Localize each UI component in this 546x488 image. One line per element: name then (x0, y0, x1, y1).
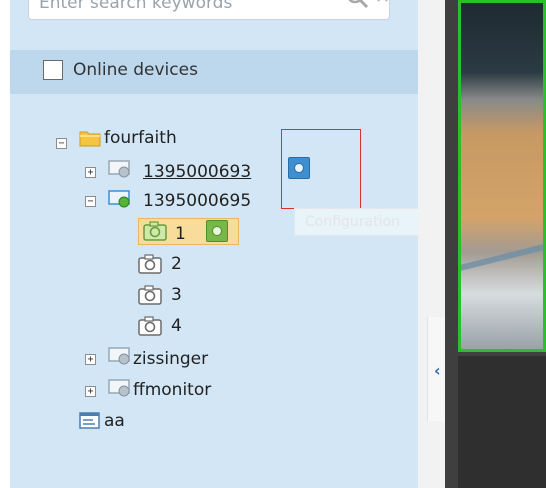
search-icon[interactable] (345, 0, 371, 11)
tooltip-text: Configuration (305, 214, 400, 230)
channel-3[interactable]: 3 (171, 285, 182, 305)
device-icon (108, 160, 130, 178)
tree-node-aa[interactable]: aa (104, 411, 125, 431)
expand-toggle-zissinger[interactable]: + (85, 354, 96, 365)
device-icon (108, 190, 130, 208)
channel-2[interactable]: 2 (171, 254, 182, 274)
camera-icon (138, 254, 162, 274)
expand-toggle-1395000693[interactable]: + (85, 167, 96, 178)
device-sidebar: Enter search keywords ✕ Online devices −… (0, 0, 445, 488)
clear-icon[interactable]: ✕ (375, 0, 390, 8)
list-icon (79, 412, 100, 429)
device-icon (108, 379, 130, 397)
tree-node-1395000693[interactable]: 1395000693 (143, 162, 251, 182)
video-content (461, 235, 543, 273)
camera-icon (138, 285, 162, 305)
expand-toggle-ffmonitor[interactable]: + (85, 386, 96, 397)
tree-node-1395000695[interactable]: 1395000695 (143, 191, 251, 211)
online-devices-filter[interactable]: Online devices (10, 50, 418, 94)
highlight-box (281, 129, 361, 209)
channel-4[interactable]: 4 (171, 316, 182, 336)
tree-node-fourfaith[interactable]: fourfaith (104, 128, 177, 148)
folder-icon (79, 131, 101, 147)
device-icon (108, 347, 130, 365)
search-placeholder: Enter search keywords (39, 0, 233, 13)
collapse-toggle-fourfaith[interactable]: − (56, 138, 67, 149)
video-feed[interactable] (458, 0, 546, 352)
video-empty-slot[interactable] (458, 356, 546, 488)
tree-node-ffmonitor[interactable]: ffmonitor (133, 380, 211, 400)
channel-1[interactable]: 1 (175, 224, 186, 244)
camera-icon (138, 316, 162, 336)
online-devices-label: Online devices (73, 60, 198, 80)
configuration-icon[interactable] (206, 220, 228, 242)
tree-node-zissinger[interactable]: zissinger (133, 349, 208, 369)
collapse-toggle-1395000695[interactable]: − (85, 196, 96, 207)
chevron-left-icon: ‹ (434, 361, 441, 380)
configuration-tooltip: Configuration (294, 208, 430, 236)
online-devices-checkbox[interactable] (43, 60, 63, 80)
search-input[interactable]: Enter search keywords ✕ (28, 0, 390, 20)
camera-icon (143, 221, 167, 241)
